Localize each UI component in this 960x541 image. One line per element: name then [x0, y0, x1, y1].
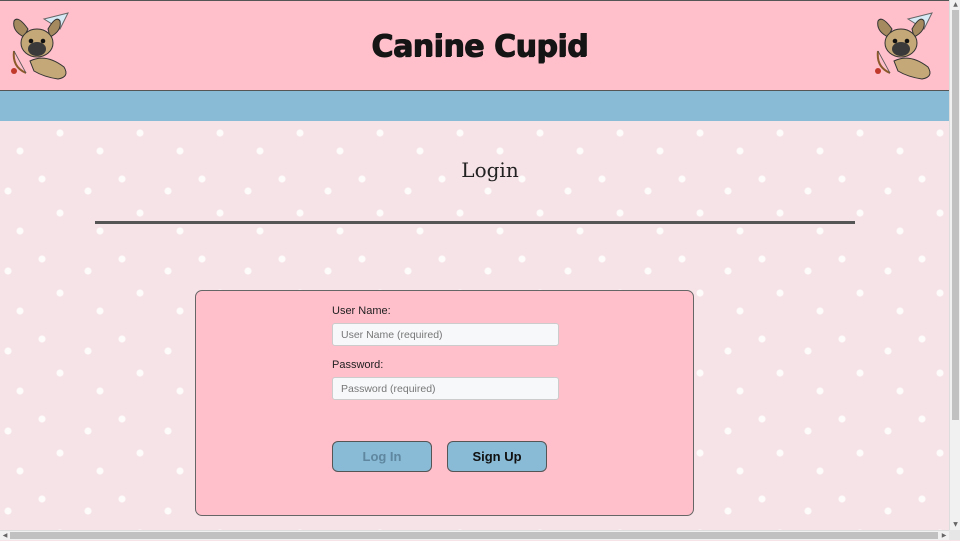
password-label: Password:	[332, 359, 384, 371]
cupid-pug-icon	[872, 11, 942, 83]
nav-bar	[0, 91, 949, 121]
scrollbar-corner	[949, 530, 960, 540]
password-input[interactable]	[332, 377, 559, 400]
vertical-scroll-thumb[interactable]	[952, 10, 959, 420]
username-label: User Name:	[332, 305, 391, 317]
username-input[interactable]	[332, 323, 559, 346]
horizontal-scroll-thumb[interactable]	[10, 532, 938, 539]
horizontal-scrollbar[interactable]: ◀ ▶	[0, 530, 949, 540]
vertical-scrollbar[interactable]: ▲ ▼	[949, 0, 960, 530]
login-button[interactable]: Log In	[332, 441, 432, 472]
scroll-down-arrow-icon[interactable]: ▼	[950, 520, 960, 530]
signup-button[interactable]: Sign Up	[447, 441, 547, 472]
page: Canine Cupid Login User Name: Password: …	[0, 0, 949, 530]
site-header: Canine Cupid	[0, 0, 949, 91]
site-title: Canine Cupid	[371, 29, 588, 64]
divider	[95, 221, 855, 224]
page-title: Login	[461, 158, 519, 182]
scroll-up-arrow-icon[interactable]: ▲	[950, 0, 960, 10]
